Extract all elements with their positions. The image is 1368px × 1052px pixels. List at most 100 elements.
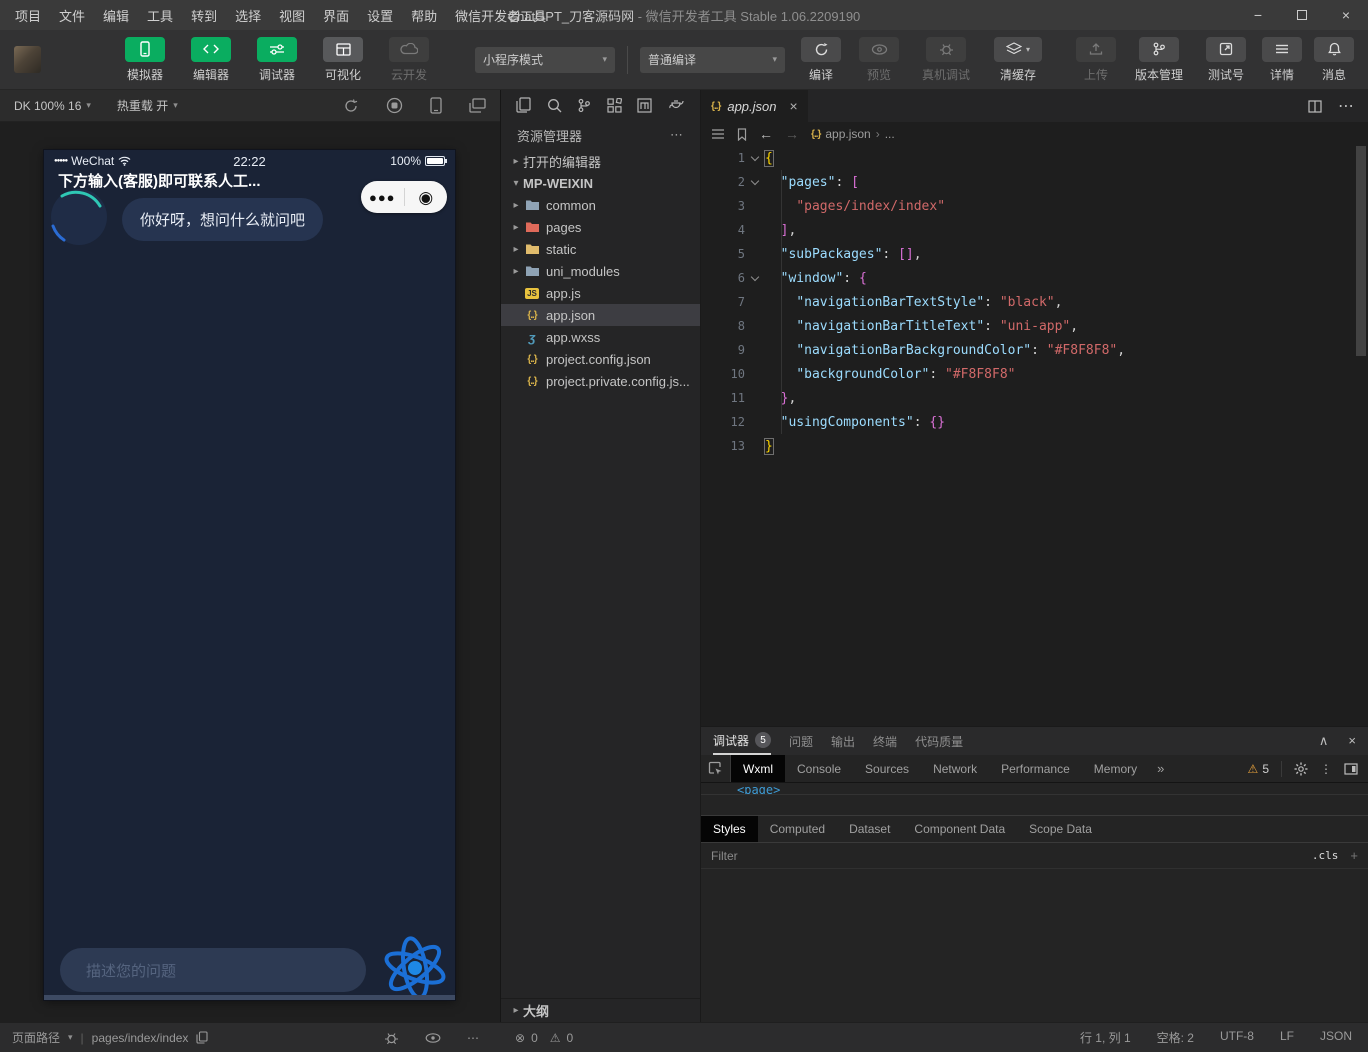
maximize-button[interactable] — [1280, 0, 1324, 30]
statusbar-eye-icon[interactable] — [425, 1033, 441, 1043]
problems-summary[interactable]: ⊗ 0 ⚠ 0 — [501, 1031, 701, 1045]
kebab-menu-icon[interactable]: ⋮ — [1320, 762, 1332, 776]
styles-tab-scope-data[interactable]: Scope Data — [1017, 816, 1104, 842]
search-icon[interactable] — [547, 98, 562, 113]
tree-item-common[interactable]: ▸common — [501, 194, 700, 216]
extensions-icon[interactable] — [607, 98, 622, 113]
editor-scrollbar[interactable] — [1356, 146, 1366, 356]
simulator-toggle[interactable]: 模拟器 — [119, 37, 171, 83]
record-icon[interactable] — [386, 97, 403, 114]
collapse-panel-icon[interactable]: ∧ — [1319, 733, 1329, 749]
tree-item-static[interactable]: ▸static — [501, 238, 700, 260]
eol-setting[interactable]: LF — [1280, 1029, 1294, 1046]
breadcrumb-file[interactable]: {..} app.json › ... — [811, 127, 895, 141]
outline-list-icon[interactable] — [711, 128, 725, 140]
debugger-toggle[interactable]: 调试器 — [251, 37, 303, 83]
cursor-position[interactable]: 行 1, 列 1 — [1080, 1029, 1131, 1046]
menu-item-0[interactable]: 项目 — [6, 6, 50, 25]
language-mode[interactable]: JSON — [1320, 1029, 1352, 1046]
test-account-button[interactable]: 测试号 — [1202, 37, 1250, 83]
styles-tab-styles[interactable]: Styles — [701, 816, 758, 842]
tree-item-app-wxss[interactable]: ʒapp.wxss — [501, 326, 700, 348]
warning-badge[interactable]: ⚠ 5 — [1248, 762, 1269, 776]
preview-button[interactable]: 预览 — [857, 37, 901, 83]
details-button[interactable]: 详情 — [1262, 37, 1302, 83]
phone-bottom-scrollbar[interactable] — [44, 995, 455, 1000]
menu-item-8[interactable]: 设置 — [358, 6, 402, 25]
visualization-toggle[interactable]: 可视化 — [317, 37, 369, 83]
outline-section[interactable]: ▸大纲 — [501, 998, 700, 1022]
inspect-element-icon[interactable] — [701, 755, 731, 782]
dock-side-icon[interactable] — [1344, 763, 1358, 775]
indentation-setting[interactable]: 空格: 2 — [1157, 1029, 1194, 1046]
open-editors-section[interactable]: ▸打开的编辑器 — [501, 150, 700, 172]
menu-item-1[interactable]: 文件 — [50, 6, 94, 25]
tab-app-json[interactable]: {..} app.json × — [701, 90, 808, 122]
mode-select[interactable]: 小程序模式▾ — [475, 47, 615, 73]
styles-tab-computed[interactable]: Computed — [758, 816, 837, 842]
multi-window-icon[interactable] — [469, 98, 486, 113]
tree-item-pages[interactable]: ▸pages — [501, 216, 700, 238]
tree-item-uni-modules[interactable]: ▸uni_modules — [501, 260, 700, 282]
source-control-icon[interactable] — [577, 98, 591, 113]
fold-chevron-icon[interactable] — [745, 277, 765, 280]
editor-more-icon[interactable]: ⋯ — [1338, 96, 1354, 116]
device-debug-button[interactable]: 真机调试 — [915, 37, 977, 83]
menu-item-6[interactable]: 视图 — [270, 6, 314, 25]
page-path-label[interactable]: 页面路径 — [12, 1029, 60, 1046]
teapot-icon[interactable] — [668, 98, 685, 112]
menu-item-7[interactable]: 界面 — [314, 6, 358, 25]
fold-chevron-icon[interactable] — [745, 181, 765, 184]
files-icon[interactable] — [516, 97, 531, 113]
cls-toggle[interactable]: .cls — [1312, 849, 1339, 862]
menu-item-3[interactable]: 工具 — [138, 6, 182, 25]
messages-button[interactable]: 消息 — [1314, 37, 1354, 83]
explorer-more-icon[interactable]: ⋯ — [670, 127, 684, 143]
more-tabs-icon[interactable]: » — [1149, 761, 1172, 776]
clear-cache-button[interactable]: ▾ 清缓存 — [991, 37, 1045, 83]
debugger-tab-3[interactable]: 终端 — [873, 727, 897, 755]
tree-item-app-json[interactable]: {..}app.json — [501, 304, 700, 326]
menu-item-9[interactable]: 帮助 — [402, 6, 446, 25]
tree-item-project-config-json[interactable]: {..}project.config.json — [501, 348, 700, 370]
devtools-tab-network[interactable]: Network — [921, 755, 989, 782]
debugger-tab-2[interactable]: 输出 — [831, 727, 855, 755]
bookmark-icon[interactable] — [737, 128, 747, 141]
menu-item-4[interactable]: 转到 — [182, 6, 226, 25]
settings-gear-icon[interactable] — [1294, 762, 1308, 776]
nav-back-icon[interactable]: ← — [759, 126, 773, 142]
devtools-tab-wxml[interactable]: Wxml — [731, 755, 785, 782]
wxml-elements-pane[interactable]: <page> — [701, 783, 1368, 795]
devtools-tab-console[interactable]: Console — [785, 755, 853, 782]
version-control-button[interactable]: 版本管理 — [1128, 37, 1190, 83]
copy-path-icon[interactable] — [196, 1031, 208, 1044]
styles-tab-component-data[interactable]: Component Data — [902, 816, 1017, 842]
tab-close-icon[interactable]: × — [790, 98, 798, 114]
code-editor[interactable]: 1{2 "pages": [3 "pages/index/index"4 ],5… — [701, 146, 1368, 726]
menu-item-5[interactable]: 选择 — [226, 6, 270, 25]
tree-item-app-js[interactable]: JSapp.js — [501, 282, 700, 304]
encoding-setting[interactable]: UTF-8 — [1220, 1029, 1254, 1046]
tree-item-project-private-config-js-[interactable]: {..}project.private.config.js... — [501, 370, 700, 392]
npm-icon[interactable] — [637, 98, 652, 113]
cloud-dev-toggle[interactable]: 云开发 — [383, 37, 435, 83]
compile-button[interactable]: 编译 — [799, 37, 843, 83]
nav-forward-icon[interactable]: → — [785, 126, 799, 142]
debugger-tab-0[interactable]: 调试器5 — [713, 727, 771, 755]
minimize-button[interactable]: − — [1236, 0, 1280, 30]
rotate-icon[interactable] — [343, 98, 359, 114]
upload-button[interactable]: 上传 — [1076, 37, 1116, 83]
home-circle-icon[interactable]: ◉ — [405, 189, 448, 206]
more-dots-icon[interactable]: ●●● — [361, 190, 404, 205]
question-input[interactable]: 描述您的问题 — [60, 948, 366, 992]
split-editor-icon[interactable] — [1308, 100, 1322, 113]
styles-tab-dataset[interactable]: Dataset — [837, 816, 902, 842]
debugger-tab-4[interactable]: 代码质量 — [915, 727, 963, 755]
editor-toggle[interactable]: 编辑器 — [185, 37, 237, 83]
project-root[interactable]: ▾MP-WEIXIN — [501, 172, 700, 194]
fold-chevron-icon[interactable] — [745, 157, 765, 160]
hot-reload-toggle[interactable]: 热重载 开▾ — [117, 97, 178, 114]
add-style-icon[interactable]: + — [1350, 848, 1358, 863]
close-button[interactable]: × — [1324, 0, 1368, 30]
menu-item-2[interactable]: 编辑 — [94, 6, 138, 25]
